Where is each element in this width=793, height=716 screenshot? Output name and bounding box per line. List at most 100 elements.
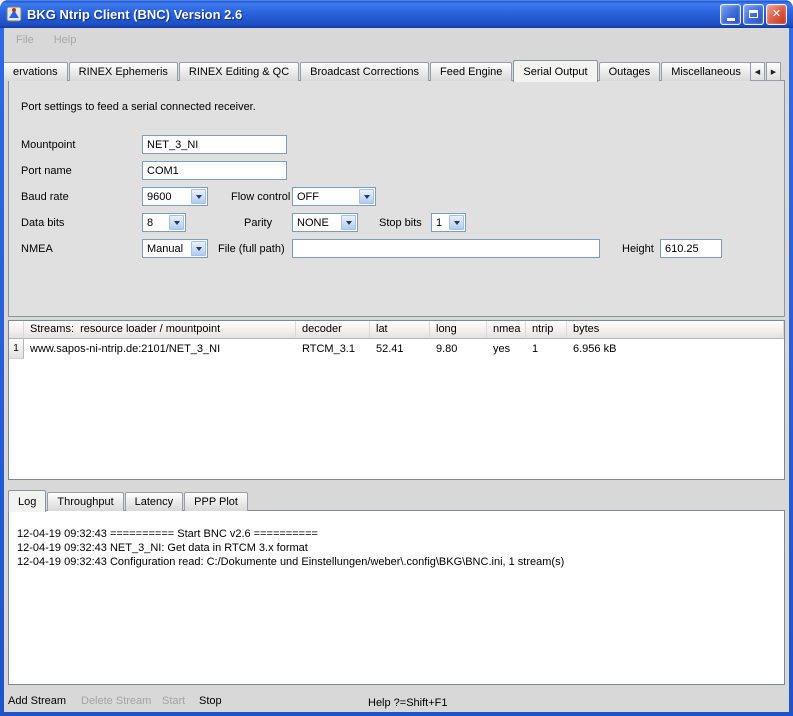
stop-button[interactable]: Stop: [199, 695, 222, 707]
cell-ntrip: 1: [526, 339, 567, 359]
data-bits-label: Data bits: [21, 217, 64, 229]
start-button[interactable]: Start: [162, 695, 185, 707]
tab-throughput[interactable]: Throughput: [47, 492, 123, 511]
maximize-button[interactable]: [743, 4, 764, 25]
mountpoint-label: Mountpoint: [21, 139, 75, 151]
chevron-down-icon: [364, 195, 370, 199]
tab-latency[interactable]: Latency: [125, 492, 184, 511]
col-header-mountpoint: Streams: resource loader / mountpoint: [24, 321, 296, 339]
col-header-ntrip: ntrip: [526, 321, 567, 339]
tab-outages[interactable]: Outages: [599, 62, 661, 81]
menu-file[interactable]: File: [10, 32, 40, 48]
parity-dropdown-button[interactable]: [341, 215, 356, 230]
menu-help[interactable]: Help: [48, 32, 83, 48]
log-line: 12-04-19 09:32:43 NET_3_NI: Get data in …: [17, 541, 776, 555]
help-shortcut-label: Help ?=Shift+F1: [368, 697, 448, 709]
flow-control-select[interactable]: OFF: [292, 187, 376, 206]
mountpoint-input[interactable]: [142, 135, 287, 154]
tab-rinex-editing-qc[interactable]: RINEX Editing & QC: [179, 62, 299, 81]
baud-rate-select[interactable]: 9600: [142, 187, 208, 206]
parity-select[interactable]: NONE: [292, 213, 358, 232]
cell-long: 9.80: [430, 339, 487, 359]
close-icon: ✕: [772, 9, 781, 20]
menu-bar: File Help: [4, 31, 90, 49]
corner-header-cell: [9, 321, 24, 339]
nmea-label: NMEA: [21, 243, 53, 255]
tab-observations[interactable]: ervations: [4, 62, 68, 81]
nmea-dropdown-button[interactable]: [191, 241, 206, 256]
height-label: Height: [622, 243, 654, 255]
data-bits-dropdown-button[interactable]: [169, 215, 184, 230]
chevron-down-icon: [346, 221, 352, 225]
minimize-icon: [727, 18, 735, 21]
row-number: 1: [9, 339, 24, 359]
window-title: BKG Ntrip Client (BNC) Version 2.6: [27, 7, 715, 22]
app-window: BKG Ntrip Client (BNC) Version 2.6 ✕ Fil…: [0, 0, 793, 716]
tab-scroll-right-button[interactable]: ▶: [766, 62, 781, 81]
baud-rate-label: Baud rate: [21, 191, 69, 203]
stop-bits-select[interactable]: 1: [431, 213, 466, 232]
stream-row[interactable]: 1 www.sapos-ni-ntrip.de:2101/NET_3_NI RT…: [9, 339, 784, 359]
streams-table-header: Streams: resource loader / mountpoint de…: [9, 321, 784, 339]
file-path-label: File (full path): [218, 243, 285, 255]
log-line: 12-04-19 09:32:43 ========== Start BNC v…: [17, 527, 776, 541]
close-button[interactable]: ✕: [766, 4, 787, 25]
delete-stream-button[interactable]: Delete Stream: [81, 695, 151, 707]
panel-description: Port settings to feed a serial connected…: [21, 101, 256, 113]
add-stream-button[interactable]: Add Stream: [8, 695, 66, 707]
window-content: File Help ervations RINEX Ephemeris RINE…: [4, 28, 789, 712]
arrow-right-icon: ▶: [771, 68, 776, 76]
cell-decoder: RTCM_3.1: [296, 339, 370, 359]
parity-value: NONE: [293, 217, 340, 229]
chevron-down-icon: [196, 195, 202, 199]
tab-scroll-left-button[interactable]: ◀: [750, 62, 765, 81]
tab-log[interactable]: Log: [8, 490, 46, 512]
cell-bytes: 6.956 kB: [567, 339, 616, 359]
cell-nmea: yes: [487, 339, 526, 359]
flow-control-dropdown-button[interactable]: [359, 189, 374, 204]
chevron-down-icon: [174, 221, 180, 225]
maximize-icon: [749, 10, 758, 18]
col-header-bytes: bytes: [567, 321, 784, 339]
nmea-select[interactable]: Manual: [142, 239, 208, 258]
col-header-long: long: [430, 321, 487, 339]
parity-label: Parity: [244, 217, 272, 229]
stop-bits-value: 1: [432, 217, 448, 229]
tab-broadcast-corrections[interactable]: Broadcast Corrections: [300, 62, 429, 81]
flow-control-label: Flow control: [231, 191, 290, 203]
port-name-input[interactable]: [142, 161, 287, 180]
file-path-input[interactable]: [292, 239, 600, 258]
cell-lat: 52.41: [370, 339, 430, 359]
cell-mountpoint: www.sapos-ni-ntrip.de:2101/NET_3_NI: [24, 339, 296, 359]
arrow-left-icon: ◀: [755, 68, 760, 76]
chevron-down-icon: [196, 247, 202, 251]
minimize-button[interactable]: [720, 4, 741, 25]
stop-bits-label: Stop bits: [379, 217, 422, 229]
nmea-value: Manual: [143, 243, 190, 255]
tab-feed-engine[interactable]: Feed Engine: [430, 62, 512, 81]
col-header-lat: lat: [370, 321, 430, 339]
title-bar[interactable]: BKG Ntrip Client (BNC) Version 2.6 ✕: [0, 0, 793, 28]
streams-table: Streams: resource loader / mountpoint de…: [8, 320, 785, 480]
col-header-decoder: decoder: [296, 321, 370, 339]
height-input[interactable]: [660, 239, 722, 258]
data-bits-select[interactable]: 8: [142, 213, 186, 232]
baud-rate-dropdown-button[interactable]: [191, 189, 206, 204]
tab-scroll-buttons: ◀ ▶: [749, 62, 781, 81]
output-tab-bar: Log Throughput Latency PPP Plot: [8, 489, 249, 511]
chevron-down-icon: [454, 221, 460, 225]
log-line: 12-04-19 09:32:43 Configuration read: C:…: [17, 555, 776, 569]
flow-control-value: OFF: [293, 191, 358, 203]
col-header-nmea: nmea: [487, 321, 526, 339]
log-output[interactable]: 12-04-19 09:32:43 ========== Start BNC v…: [8, 510, 785, 685]
tab-rinex-ephemeris[interactable]: RINEX Ephemeris: [69, 62, 178, 81]
serial-output-panel: Port settings to feed a serial connected…: [8, 80, 785, 317]
baud-rate-value: 9600: [143, 191, 190, 203]
window-controls: ✕: [720, 4, 787, 25]
main-tab-bar: ervations RINEX Ephemeris RINEX Editing …: [4, 59, 752, 81]
tab-miscellaneous[interactable]: Miscellaneous: [661, 62, 751, 81]
port-name-label: Port name: [21, 165, 72, 177]
tab-ppp-plot[interactable]: PPP Plot: [184, 492, 248, 511]
stop-bits-dropdown-button[interactable]: [449, 215, 464, 230]
tab-serial-output[interactable]: Serial Output: [513, 60, 597, 82]
